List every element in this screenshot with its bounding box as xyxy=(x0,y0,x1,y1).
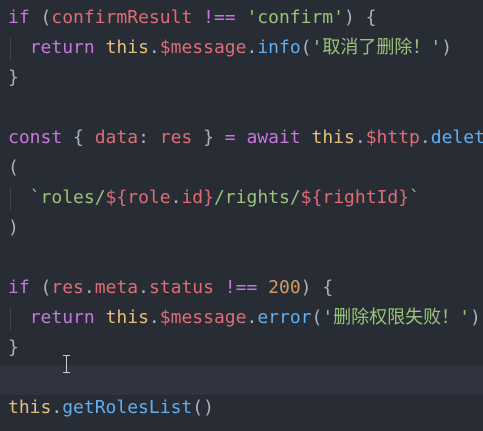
code-token: return xyxy=(29,307,95,328)
code-token: error xyxy=(257,307,312,328)
code-token: this xyxy=(105,307,149,328)
code-token: { xyxy=(311,277,334,298)
code-token: ( xyxy=(40,7,52,28)
code-token: } xyxy=(192,127,225,148)
code-token: getRolesList xyxy=(62,397,193,418)
code-token: . xyxy=(148,307,160,328)
code-token: ) xyxy=(344,7,355,28)
code-token: this xyxy=(311,127,355,148)
code-token: ` xyxy=(409,187,420,208)
code-token: ( xyxy=(311,307,323,328)
code-token: id xyxy=(181,187,204,208)
code-token: . xyxy=(354,127,366,148)
code-token: 200 xyxy=(268,277,301,298)
code-line[interactable]: const { data: res } = await this.$http.d… xyxy=(8,123,483,153)
code-token: res xyxy=(159,127,193,148)
code-token: '取消了删除！' xyxy=(311,37,442,58)
code-token: '删除权限失败！' xyxy=(322,307,471,328)
code-token: ${ xyxy=(300,187,323,208)
code-token: meta xyxy=(94,277,139,298)
code-token: confirmResult xyxy=(51,7,193,28)
code-token: . xyxy=(170,187,182,208)
code-token: () xyxy=(192,397,214,418)
code-token: } xyxy=(398,187,410,208)
code-token: ( xyxy=(300,37,312,58)
code-editor[interactable]: if (confirmResult !== 'confirm') { retur… xyxy=(0,0,483,431)
code-token: /rights/ xyxy=(213,187,301,208)
code-token: : xyxy=(138,127,160,148)
current-line-highlight xyxy=(0,365,483,395)
code-line[interactable]: ) xyxy=(8,213,19,243)
code-token: ( xyxy=(8,157,19,178)
code-line[interactable]: } xyxy=(8,333,19,363)
code-token: ) xyxy=(300,277,312,298)
code-token: data xyxy=(94,127,139,148)
code-token: `roles/ xyxy=(29,187,106,208)
code-token: . xyxy=(138,277,149,298)
code-line[interactable]: } xyxy=(8,63,19,93)
code-token: !== xyxy=(192,7,247,28)
code-token: !== xyxy=(213,277,269,298)
code-token: ( xyxy=(40,277,52,298)
code-line[interactable]: return this.$message.info('取消了删除！') xyxy=(8,33,452,63)
code-token: role xyxy=(127,187,171,208)
text-cursor-icon xyxy=(62,355,72,373)
code-token: 'confirm' xyxy=(246,7,344,28)
code-token: } xyxy=(203,187,214,208)
code-token: const xyxy=(8,127,63,148)
code-token: { xyxy=(62,127,95,148)
code-token: this xyxy=(8,397,52,418)
code-token: $http xyxy=(365,127,420,148)
code-token: . xyxy=(148,37,160,58)
code-token: res xyxy=(51,277,84,298)
code-token: . xyxy=(246,37,258,58)
code-token: rightId xyxy=(322,187,399,208)
code-token: ) xyxy=(441,37,453,58)
code-token: delete xyxy=(430,127,483,148)
code-token: status xyxy=(148,277,214,298)
code-token: . xyxy=(419,127,431,148)
code-token: ) xyxy=(470,307,481,328)
code-line[interactable]: if (res.meta.status !== 200) { xyxy=(8,273,333,303)
code-token: } xyxy=(8,67,19,88)
code-token: ) xyxy=(8,217,19,238)
code-token: if xyxy=(8,7,30,28)
code-token: return xyxy=(29,37,95,58)
code-token: { xyxy=(354,7,377,28)
code-token: . xyxy=(246,307,258,328)
code-token: } xyxy=(8,337,19,358)
code-token: this xyxy=(105,37,149,58)
code-line[interactable]: `roles/${role.id}/rights/${rightId}` xyxy=(8,183,420,213)
code-token: ${ xyxy=(105,187,128,208)
code-token: . xyxy=(51,397,63,418)
code-line[interactable]: return this.$message.error('删除权限失败！') xyxy=(8,303,481,333)
code-line[interactable]: this.getRolesList() xyxy=(8,393,214,423)
code-token: if xyxy=(8,277,30,298)
code-token: . xyxy=(83,277,95,298)
code-token: = xyxy=(224,127,236,148)
code-token: info xyxy=(257,37,301,58)
code-token: $message xyxy=(159,37,247,58)
code-token: await xyxy=(246,127,301,148)
code-token: $message xyxy=(159,307,247,328)
code-line[interactable]: if (confirmResult !== 'confirm') { xyxy=(8,3,377,33)
code-line[interactable]: ( xyxy=(8,153,19,183)
